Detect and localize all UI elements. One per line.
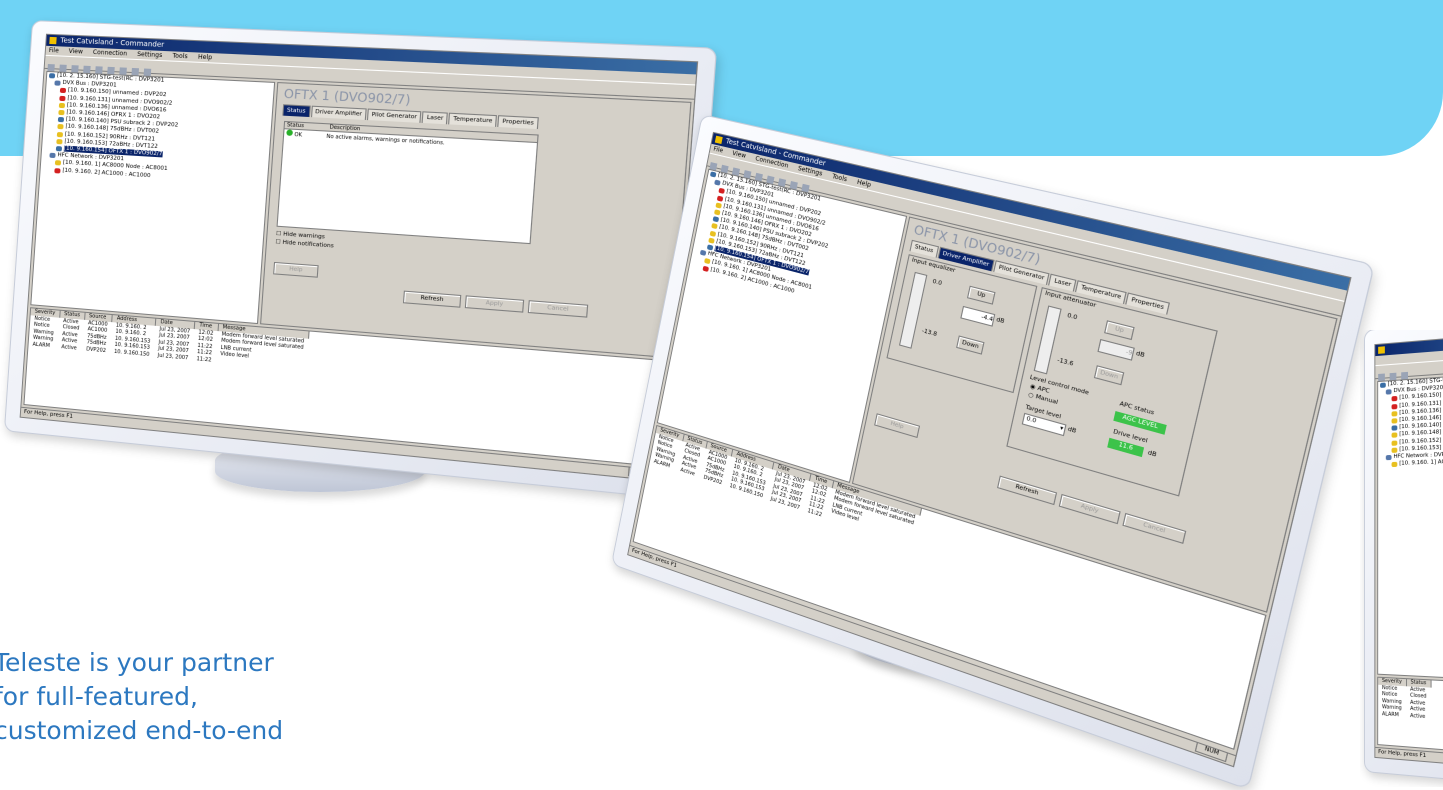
ok-indicator-icon (286, 129, 294, 136)
att-value-field[interactable]: -9 (1097, 338, 1135, 361)
menu-tools[interactable]: Tools (172, 52, 188, 60)
monitor-center: Test CatvIsland - Commander File ViewConn… (610, 100, 1376, 790)
refresh-button[interactable]: Refresh (997, 475, 1058, 506)
target-level-value: 0.0 (1025, 415, 1037, 425)
monitor-bezel: Test CatvIsland - Commander File View Conn… (3, 20, 718, 501)
status-bar-text: For Help, press F1 (1378, 749, 1427, 760)
eq-min-value: -13.8 (921, 327, 938, 339)
cell: DVP202 (85, 346, 107, 355)
tab-properties[interactable]: Properties (497, 115, 539, 130)
device-panel: OFTX 1 (DVO902/7) StatusDriver Amplifier… (260, 82, 692, 359)
device-tree: [10. 2. 15.160] STG-test(RC : DVP3201 DV… (30, 70, 276, 325)
att-down-button[interactable]: Down (1093, 365, 1125, 386)
app-icon (714, 135, 723, 145)
att-up-button[interactable]: Up (1104, 320, 1135, 341)
eq-unit: dB (995, 316, 1005, 326)
cell: Active (61, 344, 77, 352)
eq-value: -4.4 (980, 314, 994, 324)
monitor-left: Test CatvIsland - Commander File View Conn… (0, 0, 718, 501)
monitor-bezel: Test CatvIsland - Commander FileViewConn… (610, 114, 1376, 790)
tagline-line-2: for full-featured, (0, 682, 198, 711)
cell: 11:22 (196, 356, 212, 364)
menu-file[interactable]: File (49, 47, 59, 54)
device-tree: [10. 2. 15.160] STG-test(RC : DVP3201 DV… (1377, 368, 1443, 684)
eq-up-button[interactable]: Up (966, 285, 996, 305)
att-min-value: -13.6 (1056, 357, 1074, 368)
monitor-bezel: [10. 2. 15.160] STG-test(RC : DVP3201 DV… (1364, 330, 1443, 787)
cell: ALARM (32, 341, 51, 350)
att-unit: dB (1135, 350, 1146, 360)
apply-button[interactable]: Apply (1058, 493, 1121, 525)
manual-label: Manual (1034, 393, 1059, 407)
apply-button[interactable]: Apply (464, 295, 525, 313)
eq-down-button[interactable]: Down (956, 335, 985, 355)
eq-value-field[interactable]: -4.4 (960, 305, 996, 327)
input-attenuator-group: Input attenuator 0.0 Up -9 dB -13.6 Down… (1006, 287, 1218, 497)
att-value: -9 (1125, 349, 1133, 358)
help-button[interactable]: Help (874, 413, 921, 439)
tab-status[interactable]: Status (282, 104, 311, 118)
chevron-down-icon: ▾ (1059, 425, 1064, 433)
tab-temperature[interactable]: Temperature (448, 112, 498, 127)
att-max-value: 0.0 (1066, 312, 1078, 322)
target-unit: dB (1067, 426, 1077, 435)
menu-connection[interactable]: Connection (93, 49, 128, 58)
equalizer-slider[interactable] (898, 271, 928, 349)
help-button[interactable]: Help (273, 261, 319, 278)
manual-radio[interactable]: ○ Manual (1028, 392, 1059, 406)
tab-driver-amplifier[interactable]: Driver Amplifier (310, 105, 367, 121)
status-bar: For Help, press F1 (1375, 746, 1443, 773)
app-window: Test CatvIsland - Commander FileViewConn… (627, 131, 1352, 768)
event-log: Severity Status Notice Active Notice Closed… (1377, 676, 1443, 760)
tagline: Teleste is your partner for full-feature… (0, 646, 283, 748)
app-title: Test CatvIsland - Commander (60, 36, 165, 49)
status-grid: Status Description OK No active alarms, wa… (276, 120, 539, 245)
menu-settings[interactable]: Settings (137, 51, 163, 59)
cancel-button[interactable]: Cancel (1122, 512, 1187, 544)
tab-laser[interactable]: Laser (422, 111, 449, 125)
cell: Active (1410, 712, 1426, 721)
menu-view[interactable]: View (68, 48, 83, 56)
app-window: Test CatvIsland - Commander File View Conn… (19, 33, 699, 483)
refresh-button[interactable]: Refresh (402, 290, 462, 308)
menu-help[interactable]: Help (198, 54, 213, 62)
tagline-line-3: customized end-to-end (0, 716, 284, 745)
cell: ALARM (1381, 711, 1399, 719)
app-icon (1378, 346, 1385, 354)
cancel-button[interactable]: Cancel (527, 300, 589, 318)
app-icon (49, 36, 57, 45)
status-bar-text: For Help, press F1 (23, 409, 74, 420)
tab-pilot-generator[interactable]: Pilot Generator (366, 108, 422, 123)
hide-notifications-label: Hide notifications (282, 239, 334, 250)
eq-max-value: 0.0 (931, 278, 943, 288)
status-value: OK (294, 131, 303, 139)
tagline-line-1: Teleste is your partner (0, 648, 274, 677)
app-window: [10. 2. 15.160] STG-test(RC : DVP3201 DV… (1374, 330, 1443, 774)
drive-unit: dB (1147, 449, 1158, 459)
monitor-right: [10. 2. 15.160] STG-test(RC : DVP3201 DV… (1360, 330, 1443, 787)
hide-notifications-checkbox[interactable]: ☐ Hide notifications (275, 239, 334, 249)
